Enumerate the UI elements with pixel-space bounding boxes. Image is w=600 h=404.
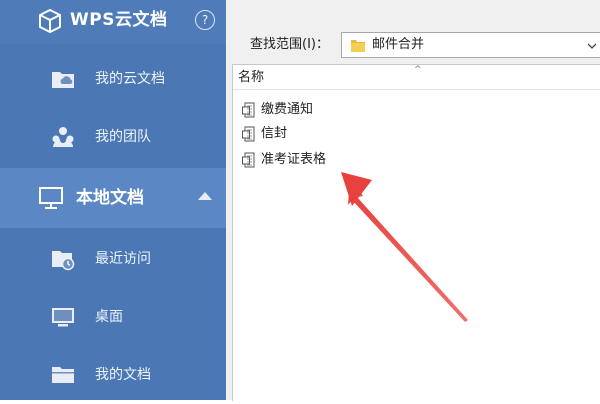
column-header-name[interactable]: 名称 ^	[233, 65, 600, 90]
sidebar-item-my-team[interactable]: 我的团队	[0, 108, 226, 166]
file-name: 准考证表格	[261, 152, 327, 167]
section-label: 本地文档	[76, 188, 144, 208]
desktop-icon	[52, 308, 74, 327]
cloud-folder-icon	[52, 72, 74, 88]
sort-ascending-icon: ^	[414, 65, 422, 75]
look-in-dropdown[interactable]: 邮件合并	[341, 32, 600, 58]
look-in-label: 查找范围(I)：	[250, 37, 329, 52]
list-item[interactable]: 缴费通知	[241, 99, 441, 121]
monitor-icon	[39, 187, 63, 209]
sidebar-item-label: 最近访问	[95, 251, 151, 267]
column-header-label: 名称	[238, 70, 265, 85]
sidebar-item-label: 我的云文档	[95, 71, 165, 87]
sidebar-item-label: 我的团队	[95, 129, 151, 145]
document-icon	[242, 126, 255, 142]
list-item[interactable]: 准考证表格	[241, 149, 441, 171]
sidebar-item-my-cloud-docs[interactable]: 我的云文档	[0, 50, 226, 108]
file-list: 名称 ^ 缴费通知 信封 准考证表格	[232, 64, 600, 401]
collapse-caret-icon[interactable]	[198, 192, 212, 200]
documents-folder-icon	[52, 367, 74, 383]
sidebar-header: WPS云文档 ?	[0, 0, 226, 44]
file-dialog: 查找范围(I)： 邮件合并 名称 ^ 缴费通知 信封 准考证表格	[226, 0, 600, 401]
list-item[interactable]: 信封	[241, 123, 441, 145]
document-icon	[242, 102, 255, 118]
cube-logo-icon	[39, 9, 61, 33]
file-name: 缴费通知	[261, 102, 314, 117]
document-icon	[242, 152, 255, 168]
app-title: WPS云文档	[70, 10, 168, 30]
sidebar-section-local-docs[interactable]: 本地文档	[0, 168, 226, 228]
file-name: 信封	[261, 126, 288, 141]
sidebar-item-label: 桌面	[95, 309, 123, 325]
sidebar-item-desktop[interactable]: 桌面	[0, 288, 226, 346]
help-icon[interactable]: ?	[195, 10, 215, 30]
sidebar: WPS云文档 ? 我的云文档 我的团队 本地文档 最近访问 桌面 我的文档	[0, 0, 226, 400]
recent-folder-icon	[52, 251, 75, 271]
team-icon	[52, 127, 74, 147]
folder-icon	[351, 40, 365, 52]
sidebar-item-my-documents[interactable]: 我的文档	[0, 346, 226, 404]
sidebar-item-label: 我的文档	[95, 367, 151, 383]
look-in-value: 邮件合并	[372, 37, 425, 52]
chevron-down-icon[interactable]	[588, 42, 596, 50]
sidebar-item-recent[interactable]: 最近访问	[0, 230, 226, 288]
